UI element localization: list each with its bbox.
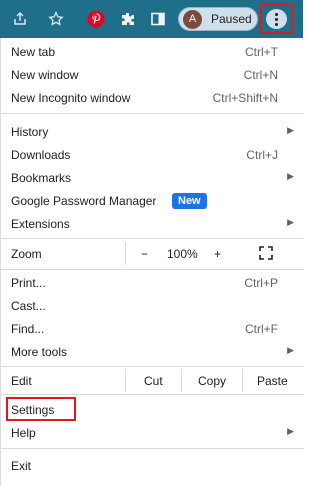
menu-separator [1,269,304,270]
submenu-arrow-icon: ▶ [287,171,294,181]
menu-item-print[interactable]: Print... Ctrl+P [1,271,304,294]
menu-item-downloads[interactable]: Downloads Ctrl+J [1,143,304,166]
zoom-in-button[interactable]: + [214,247,221,261]
profile-status: Paused [211,12,252,26]
menu-item-bookmarks[interactable]: Bookmarks ▶ [1,166,304,189]
submenu-arrow-icon: ▶ [287,345,294,355]
chrome-menu-button[interactable] [260,4,293,34]
menu-item-exit[interactable]: Exit [1,454,304,477]
menu-item-new-incognito-window[interactable]: New Incognito window Ctrl+Shift+N [1,86,304,109]
zoom-divider [125,242,126,265]
menu-item-extensions[interactable]: Extensions ▶ [1,212,304,235]
menu-separator [1,238,304,239]
menu-separator [1,366,304,367]
fullscreen-icon[interactable] [259,246,273,263]
submenu-arrow-icon: ▶ [287,125,294,135]
menu-separator [1,448,304,449]
zoom-level: 100% [167,247,198,261]
side-panel-icon[interactable] [148,9,168,29]
extensions-icon[interactable] [118,9,138,29]
menu-item-zoom: Zoom − 100% + [1,242,304,265]
menu-item-cast[interactable]: Cast... [1,294,304,317]
menu-item-history[interactable]: History ▶ [1,120,304,143]
menu-item-new-tab[interactable]: New tab Ctrl+T [1,40,304,63]
settings-highlight-box [6,397,76,421]
browser-toolbar: A Paused [0,0,303,38]
profile-button[interactable]: A Paused [178,7,258,31]
menu-separator [1,113,304,114]
star-icon[interactable] [46,9,66,29]
pinterest-icon[interactable] [86,9,106,29]
menu-item-new-window[interactable]: New window Ctrl+N [1,63,304,86]
menu-item-password-manager[interactable]: Google Password Manager New [1,189,304,212]
kebab-menu-icon [266,9,287,29]
submenu-arrow-icon: ▶ [287,217,294,227]
share-icon[interactable] [10,9,30,29]
menu-item-help[interactable]: Help ▶ [1,421,304,444]
copy-button[interactable]: Copy [198,374,226,388]
paste-button[interactable]: Paste [257,374,288,388]
avatar: A [183,10,202,29]
chrome-main-menu: New tab Ctrl+T New window Ctrl+N New Inc… [0,38,304,486]
menu-separator [1,394,304,395]
cut-button[interactable]: Cut [144,374,163,388]
submenu-arrow-icon: ▶ [287,426,294,436]
zoom-out-button[interactable]: − [141,247,148,261]
menu-item-find[interactable]: Find... Ctrl+F [1,317,304,340]
menu-item-edit: Edit Cut Copy Paste [1,369,304,392]
new-badge: New [172,193,207,209]
menu-item-more-tools[interactable]: More tools ▶ [1,340,304,363]
